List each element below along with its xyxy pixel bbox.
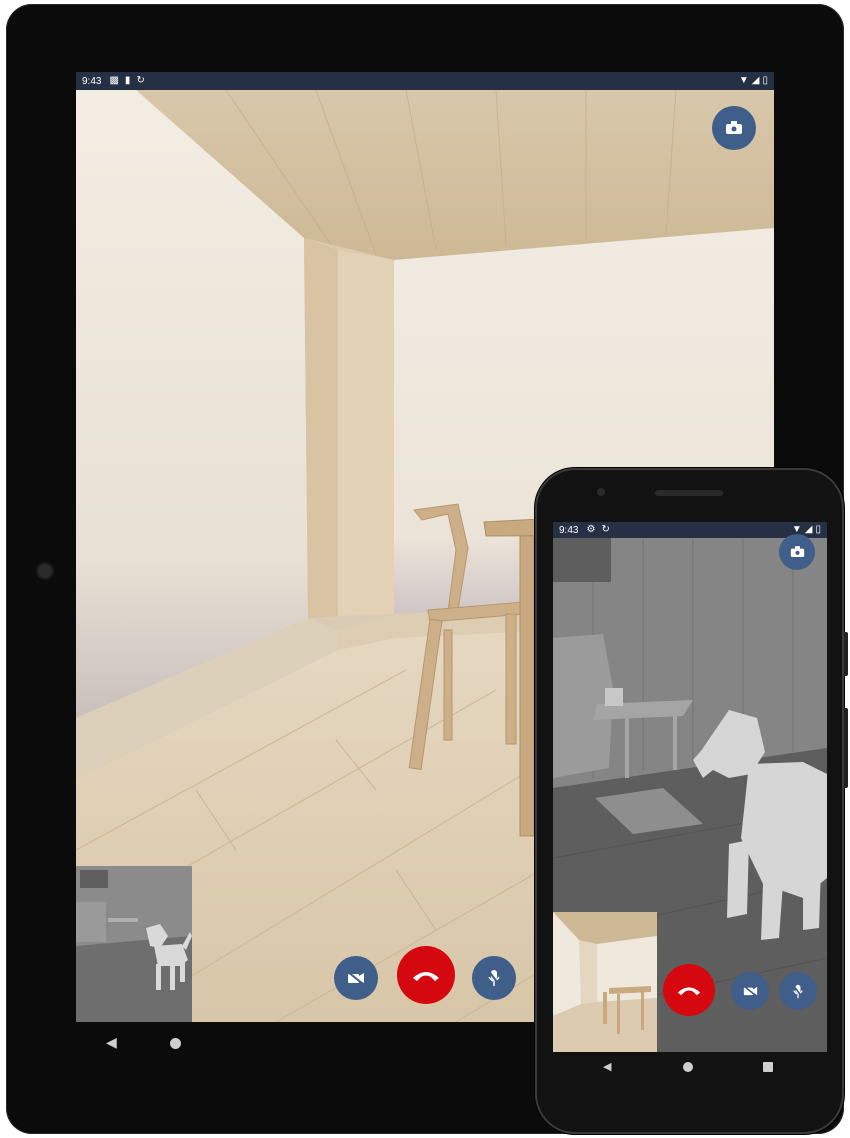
volume-button (844, 708, 848, 788)
settings-icon: ⚙ (586, 524, 596, 535)
power-button (844, 632, 848, 676)
earpiece-speaker (655, 490, 723, 496)
video-off-icon (347, 971, 364, 985)
hang-up-button[interactable] (663, 964, 715, 1016)
mute-button[interactable] (472, 956, 516, 1000)
self-view-thumbnail[interactable] (553, 912, 657, 1052)
switch-camera-icon (726, 121, 742, 134)
nav-back-icon[interactable]: ◀ (106, 1034, 117, 1051)
status-time: 9:43 (82, 75, 102, 87)
signal-icon: ◢ (804, 524, 813, 535)
phone-device: 9:43 ⚙ ↻ ▼ ◢ ▯ ◀ (535, 468, 848, 1134)
front-camera (597, 488, 605, 496)
hang-up-button[interactable] (397, 946, 455, 1004)
video-off-icon (742, 985, 757, 997)
mic-off-icon (487, 969, 501, 987)
status-bar: 9:43 ▩ ▮ ↻ ▼ ◢ ▯ (76, 72, 774, 90)
switch-camera-button[interactable] (779, 534, 815, 570)
nav-home-icon[interactable] (683, 1062, 693, 1072)
hang-up-icon (413, 972, 439, 981)
switch-camera-icon (790, 546, 804, 557)
status-bar: 9:43 ⚙ ↻ ▼ ◢ ▯ (553, 522, 827, 538)
phone-screen: 9:43 ⚙ ↻ ▼ ◢ ▯ (553, 522, 827, 1052)
self-view-thumbnail[interactable] (76, 866, 192, 1022)
signal-icon: ◢ (751, 75, 760, 86)
video-toggle-button[interactable] (731, 972, 769, 1010)
sd-card-icon: ▮ (124, 75, 131, 86)
phone-navigation-bar: ◀ (553, 1054, 827, 1082)
video-toggle-button[interactable] (334, 956, 378, 1000)
notification-a-icon: ▩ (109, 75, 119, 86)
mic-off-icon (792, 983, 804, 999)
battery-icon: ▯ (762, 75, 768, 86)
switch-camera-button[interactable] (712, 106, 756, 150)
front-camera (38, 564, 52, 578)
status-time: 9:43 (559, 524, 579, 536)
hang-up-icon (677, 987, 701, 996)
battery-icon: ▯ (815, 524, 821, 535)
nav-home-icon[interactable] (170, 1038, 181, 1049)
sync-icon: ↻ (601, 524, 610, 535)
wifi-icon: ▼ (738, 75, 749, 86)
nav-back-icon[interactable]: ◀ (603, 1060, 611, 1073)
mute-button[interactable] (779, 972, 817, 1010)
nav-recents-icon[interactable] (763, 1062, 773, 1072)
sync-icon: ↻ (136, 75, 145, 86)
